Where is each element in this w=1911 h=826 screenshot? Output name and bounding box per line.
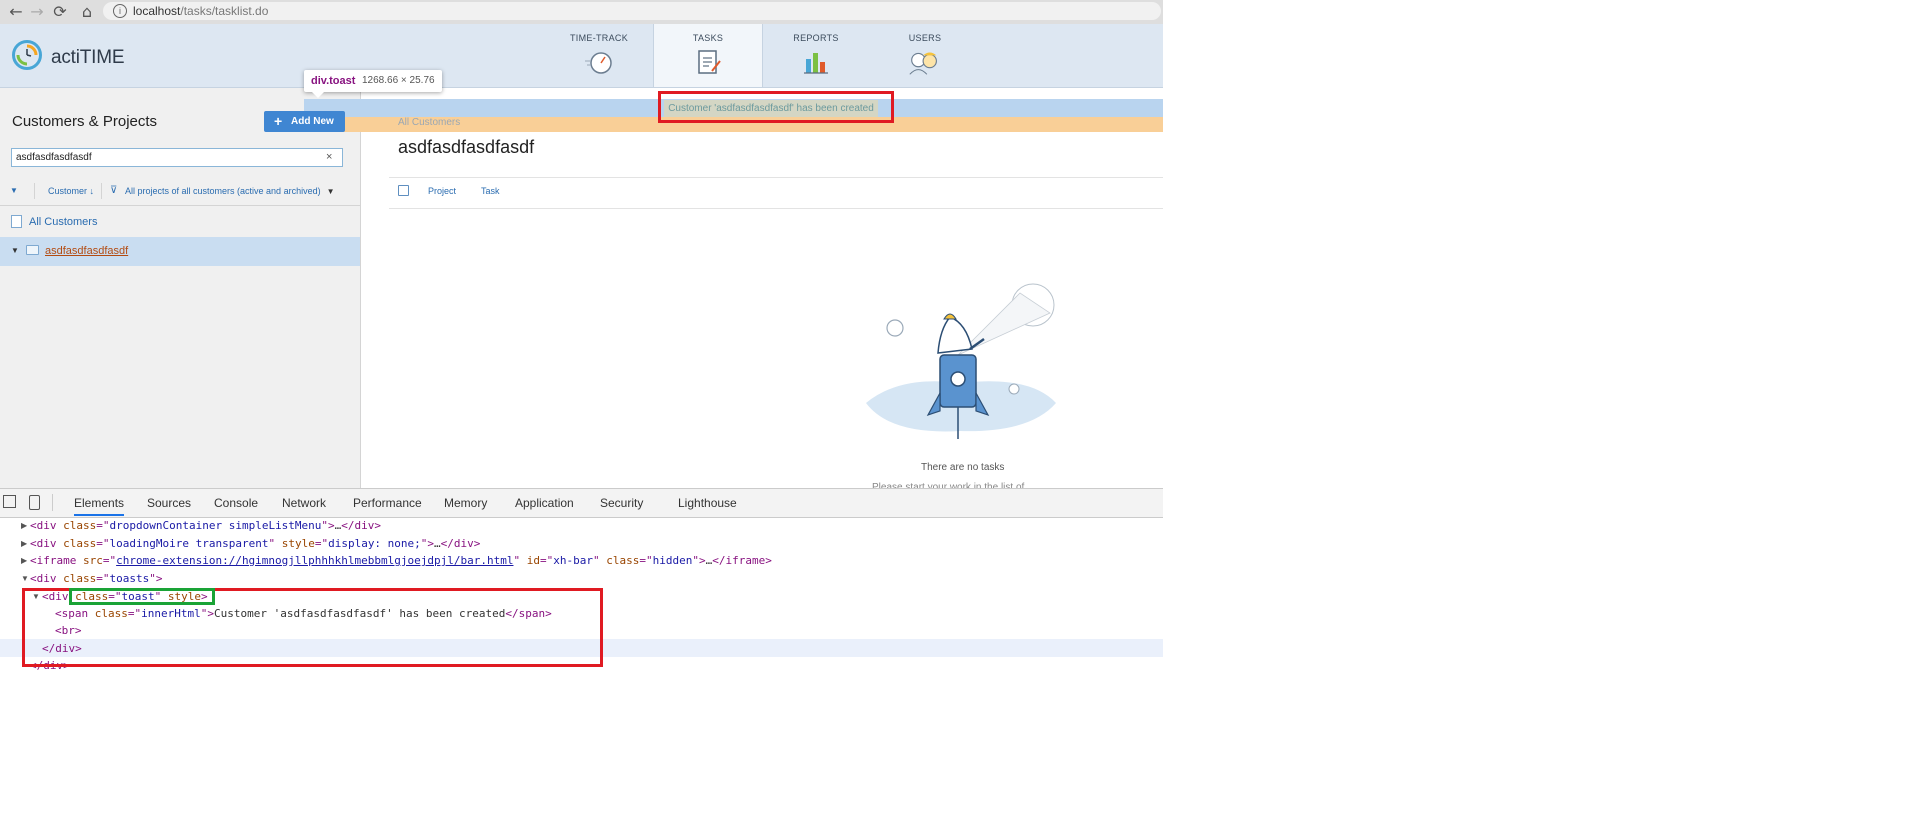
clipboard-icon: [698, 50, 721, 74]
inspect-element-icon[interactable]: [3, 495, 16, 508]
devtools-tab-security[interactable]: Security: [600, 496, 643, 510]
devtools-tab-elements[interactable]: Elements: [74, 496, 125, 516]
devtools-tab-memory[interactable]: Memory: [444, 496, 487, 510]
tooltip-selector: div.toast: [311, 75, 356, 87]
info-icon[interactable]: i: [113, 4, 127, 18]
devtools-tab-performance[interactable]: Performance: [353, 496, 422, 510]
dom-line[interactable]: <div class="toasts">: [30, 572, 163, 585]
annotation-green-box: [69, 588, 215, 605]
tasks-table-header: [389, 177, 1163, 209]
nav-tab-users[interactable]: USERS: [871, 24, 979, 87]
dom-line[interactable]: <div class="dropdownContainer simpleList…: [30, 519, 381, 532]
nav-tab-label: REPORTS: [793, 33, 839, 43]
dom-line[interactable]: <iframe src="chrome-extension://hgimnogj…: [30, 554, 772, 567]
add-new-button[interactable]: + Add New: [264, 111, 345, 132]
expand-triangle-icon[interactable]: ▶: [21, 556, 27, 565]
dom-line[interactable]: <div class="loadingMoire transparent" st…: [30, 537, 480, 550]
divider: [52, 494, 53, 511]
all-customers-link[interactable]: All Customers: [29, 216, 97, 228]
panel-title: Customers & Projects: [12, 113, 158, 130]
forward-icon[interactable]: →: [27, 2, 47, 22]
breadcrumb[interactable]: All Customers: [398, 117, 460, 128]
expand-triangle-icon[interactable]: ▶: [21, 521, 27, 530]
nav-tab-label: USERS: [908, 33, 942, 43]
nav-tab-label: TASKS: [692, 33, 724, 43]
devtools-tab-sources[interactable]: Sources: [147, 496, 191, 510]
nav-tab-time-track[interactable]: TIME-TRACK: [545, 24, 653, 87]
chevron-down-icon[interactable]: ▼: [10, 186, 18, 195]
bar-chart-icon: [804, 53, 828, 74]
tooltip-arrow: [312, 92, 324, 98]
customer-title: asdfasdfasdfasdf: [398, 137, 535, 157]
sort-dropdown[interactable]: Customer ↓: [48, 186, 94, 196]
logo-icon[interactable]: [12, 40, 42, 70]
filter-icon[interactable]: ⊽: [110, 185, 117, 196]
back-icon[interactable]: ←: [6, 2, 26, 22]
tooltip-dimensions: 1268.66 × 25.76: [362, 75, 435, 86]
divider: [101, 183, 102, 199]
annotation-red-box: [658, 91, 894, 123]
nav-tab-label: TIME-TRACK: [570, 33, 628, 43]
devtools-element-tooltip: div.toast 1268.66 × 25.76: [304, 70, 442, 92]
users-icon: [909, 52, 937, 75]
folder-icon: [26, 245, 39, 255]
devtools-tab-lighthouse[interactable]: Lighthouse: [678, 496, 737, 510]
device-toolbar-icon[interactable]: [29, 495, 40, 510]
devtools-tab-application[interactable]: Application: [515, 496, 574, 510]
expand-caret-icon[interactable]: ▼: [11, 246, 19, 255]
nav-tab-reports[interactable]: REPORTS: [762, 24, 870, 87]
logo-text[interactable]: actiTIME: [51, 47, 125, 69]
rocket-illustration: [866, 283, 1056, 439]
column-header-project[interactable]: Project: [428, 186, 456, 196]
column-header-task[interactable]: Task: [481, 186, 500, 196]
list-icon: [11, 215, 22, 228]
home-icon[interactable]: ⌂: [77, 2, 97, 22]
devtools-tab-console[interactable]: Console: [214, 496, 258, 510]
nav-tab-tasks[interactable]: TASKS: [653, 24, 763, 87]
collapse-triangle-icon[interactable]: ▼: [21, 574, 29, 583]
select-all-checkbox[interactable]: [398, 185, 409, 196]
project-filter-dropdown[interactable]: All projects of all customers (active an…: [125, 186, 335, 196]
devtools-tab-network[interactable]: Network: [282, 496, 326, 510]
reload-icon[interactable]: ⟳: [50, 2, 70, 22]
plus-icon: +: [274, 113, 283, 129]
stopwatch-icon: [585, 52, 612, 74]
empty-state-title: There are no tasks: [921, 462, 1005, 473]
url-text[interactable]: localhost/tasks/tasklist.do: [133, 4, 268, 18]
clear-icon[interactable]: ×: [326, 151, 332, 163]
customer-name-link[interactable]: asdfasdfasdfasdf: [45, 245, 128, 257]
search-input-value[interactable]: asdfasdfasdfasdf: [16, 152, 92, 163]
divider: [34, 183, 35, 199]
expand-triangle-icon[interactable]: ▶: [21, 539, 27, 548]
